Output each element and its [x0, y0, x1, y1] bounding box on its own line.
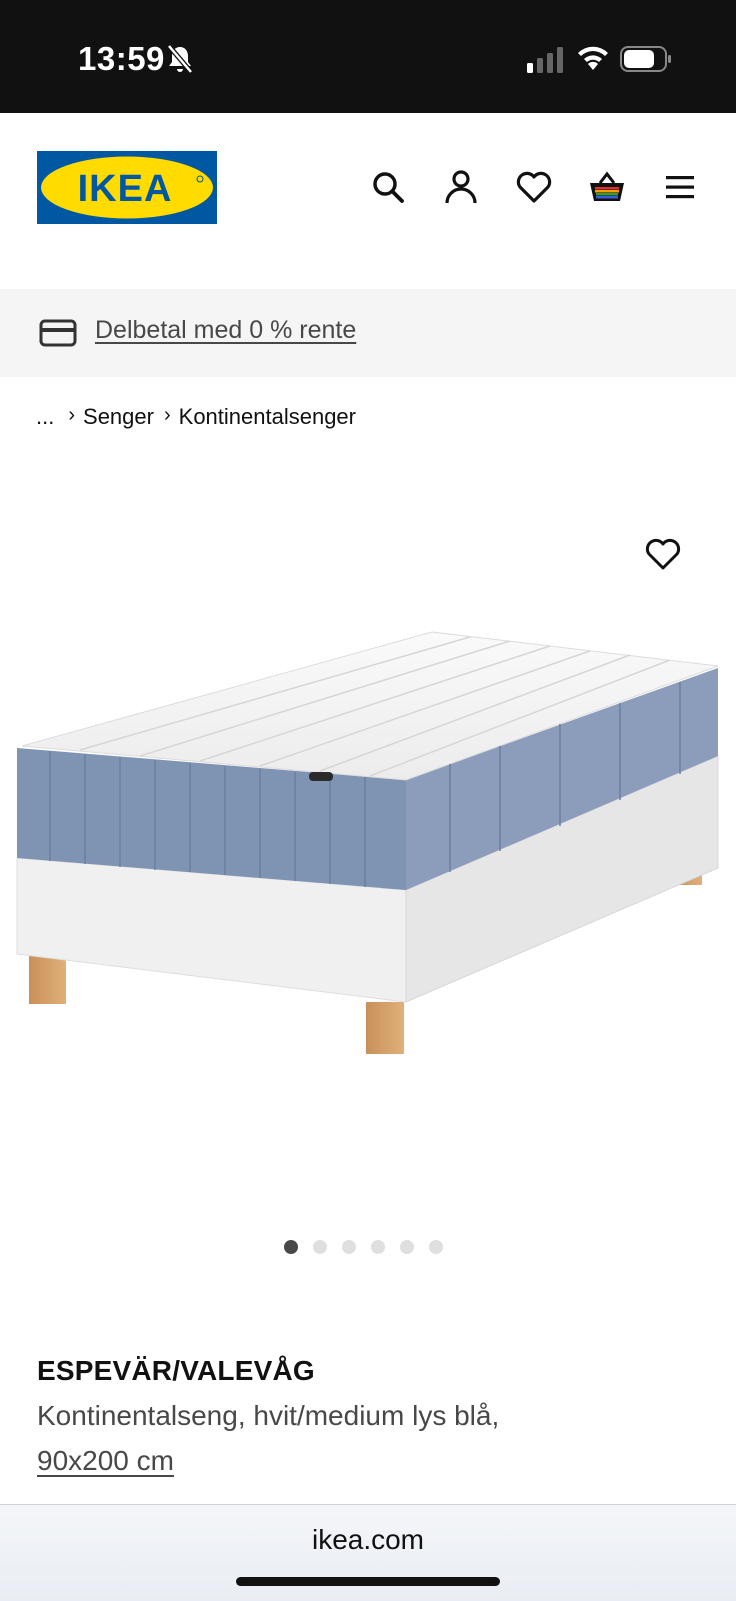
heart-icon[interactable]: [514, 167, 554, 207]
credit-card-icon: [39, 319, 77, 347]
status-bar: 13:59: [0, 0, 736, 113]
gallery-pagination: [0, 1240, 736, 1254]
gallery-dot[interactable]: [341, 1240, 356, 1254]
gallery-dot[interactable]: [312, 1240, 327, 1254]
account-icon[interactable]: [441, 167, 481, 207]
breadcrumb-ellipsis[interactable]: ...: [36, 404, 54, 430]
basket-icon[interactable]: [587, 167, 627, 207]
product-image: [16, 631, 719, 1054]
browser-address-bar[interactable]: ikea.com: [0, 1504, 736, 1601]
home-indicator[interactable]: [236, 1577, 500, 1586]
gallery-dot[interactable]: [370, 1240, 385, 1254]
chevron-right-icon: ›: [68, 403, 76, 426]
search-icon[interactable]: [368, 167, 408, 207]
menu-icon[interactable]: [660, 167, 700, 207]
site-header: IKEA: [0, 113, 736, 289]
ikea-logo[interactable]: IKEA: [37, 151, 217, 224]
product-name: ESPEVÄR/VALEVÅG: [37, 1355, 315, 1386]
product-description: Kontinentalseng, hvit/medium lys blå,: [37, 1400, 500, 1431]
breadcrumb-item-kontinentalsenger[interactable]: Kontinentalsenger: [179, 404, 356, 430]
financing-link[interactable]: Delbetal med 0 % rente: [95, 316, 356, 345]
gallery-dot[interactable]: [399, 1240, 414, 1254]
status-time: 13:59: [78, 40, 165, 77]
logo-text: IKEA: [78, 168, 173, 210]
wifi-icon: [578, 46, 608, 70]
breadcrumb: ... › Senger › Kontinentalsenger: [36, 404, 356, 430]
gallery-dot[interactable]: [283, 1240, 298, 1254]
battery-icon: [620, 46, 671, 72]
financing-banner: Delbetal med 0 % rente: [0, 289, 736, 377]
breadcrumb-item-senger[interactable]: Senger: [83, 404, 154, 430]
product-image-gallery[interactable]: [0, 470, 736, 1230]
chevron-right-icon: ›: [163, 403, 171, 426]
add-to-favourites-icon[interactable]: [644, 536, 682, 572]
browser-url[interactable]: ikea.com: [0, 1524, 736, 1556]
product-size-link[interactable]: 90x200 cm: [37, 1445, 174, 1477]
cellular-signal-icon: [527, 47, 563, 73]
gallery-dot[interactable]: [428, 1240, 443, 1254]
bell-muted-icon: [167, 44, 193, 74]
